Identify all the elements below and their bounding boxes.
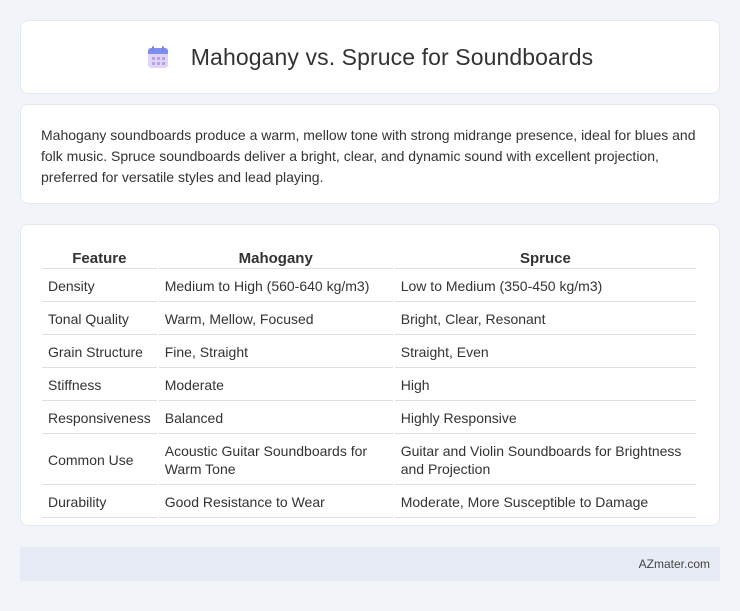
mahogany-cell: Moderate	[158, 370, 393, 401]
title-card: Mahogany vs. Spruce for Soundboards	[20, 20, 720, 94]
mahogany-cell: Balanced	[158, 403, 393, 434]
mahogany-cell: Medium to High (560-640 kg/m3)	[158, 271, 393, 302]
table-row: Tonal Quality Warm, Mellow, Focused Brig…	[42, 304, 696, 335]
comparison-card: Feature Mahogany Spruce Density Medium t…	[20, 224, 720, 526]
feature-cell: Stiffness	[42, 370, 157, 401]
table-row: Responsiveness Balanced Highly Responsiv…	[42, 403, 696, 434]
spruce-cell: Low to Medium (350-450 kg/m3)	[394, 271, 696, 302]
feature-cell: Responsiveness	[42, 403, 157, 434]
feature-cell: Tonal Quality	[42, 304, 157, 335]
spruce-cell: Bright, Clear, Resonant	[394, 304, 696, 335]
spruce-cell: Highly Responsive	[394, 403, 696, 434]
table-row: Durability Good Resistance to Wear Moder…	[42, 487, 696, 518]
feature-cell: Grain Structure	[42, 337, 157, 368]
mahogany-cell: Acoustic Guitar Soundboards for Warm Ton…	[158, 436, 393, 485]
footer: AZmater.com	[20, 547, 720, 581]
table-row: Stiffness Moderate High	[42, 370, 696, 401]
feature-cell: Durability	[42, 487, 157, 518]
calendar-icon	[147, 45, 169, 69]
spruce-cell: Moderate, More Susceptible to Damage	[394, 487, 696, 518]
intro-card: Mahogany soundboards produce a warm, mel…	[20, 104, 720, 204]
title-wrap: Mahogany vs. Spruce for Soundboards	[147, 44, 593, 71]
mahogany-cell: Fine, Straight	[158, 337, 393, 368]
spruce-cell: Straight, Even	[394, 337, 696, 368]
feature-cell: Common Use	[42, 436, 157, 485]
feature-cell: Density	[42, 271, 157, 302]
header-feature: Feature	[42, 245, 157, 269]
comparison-table: Feature Mahogany Spruce Density Medium t…	[40, 243, 698, 520]
header-mahogany: Mahogany	[158, 245, 393, 269]
spruce-cell: High	[394, 370, 696, 401]
mahogany-cell: Good Resistance to Wear	[158, 487, 393, 518]
spruce-cell: Guitar and Violin Soundboards for Bright…	[394, 436, 696, 485]
page-title: Mahogany vs. Spruce for Soundboards	[190, 43, 594, 70]
mahogany-cell: Warm, Mellow, Focused	[158, 304, 393, 335]
table-row: Grain Structure Fine, Straight Straight,…	[42, 337, 696, 368]
footer-site-label: AZmater.com	[638, 557, 710, 571]
header-spruce: Spruce	[394, 245, 696, 269]
table-row: Density Medium to High (560-640 kg/m3) L…	[42, 271, 696, 302]
table-header-row: Feature Mahogany Spruce	[42, 245, 696, 269]
intro-paragraph: Mahogany soundboards produce a warm, mel…	[41, 127, 696, 185]
table-row: Common Use Acoustic Guitar Soundboards f…	[42, 436, 696, 485]
